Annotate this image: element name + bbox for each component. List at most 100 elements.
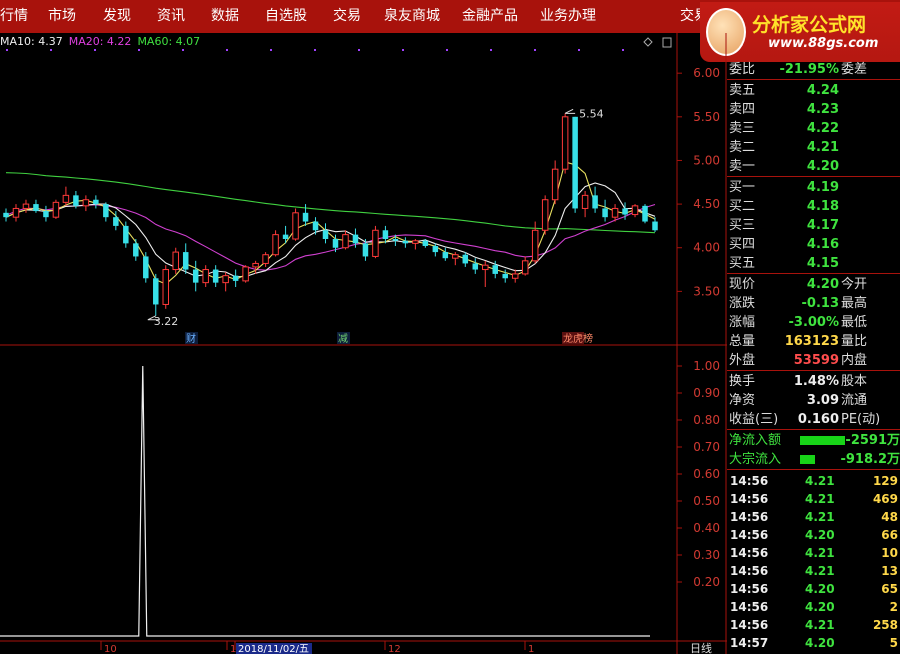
ask-row-0-label: 卖五 [729,83,756,98]
bid-row-2-value: 4.17 [806,218,839,233]
candle-body-down [93,199,99,205]
candle-body-down [422,240,429,246]
stat-row-3: 总量 163123 量比 [727,332,900,351]
event-marker-0[interactable]: 财 [186,332,196,345]
ask-row-0: 卖五 4.24 [727,81,900,100]
stat-row-0-value: 4.20 [806,277,839,292]
trade-time: 14:56 [730,582,769,596]
stat-row-4: 外盘 53599 内盘 [727,351,900,370]
trade-time: 14:56 [730,600,769,614]
quote-separator [727,429,900,430]
trade-row-6: 14:56 4.20 65 [727,580,900,598]
menu-item-6[interactable]: 交易 [333,7,361,25]
trade-price: 4.20 [805,636,835,650]
fund-row-2-label2: PE(动) [841,412,881,427]
menu-item-4[interactable]: 数据 [211,7,239,25]
event-marker-1[interactable]: 减 [338,333,348,345]
candle-body-down [302,212,309,222]
price-tick-label: 6.00 [693,66,720,80]
stat-row-3-label2: 量比 [841,334,868,349]
ask-row-2-value: 4.22 [806,121,839,136]
stat-row-3-label: 总量 [729,334,756,349]
menu-item-1[interactable]: 市场 [48,7,76,25]
candle-body-down [572,116,578,209]
candle-body-up [12,207,20,218]
time-axis-label: 2018/11/02/五 [238,644,309,654]
stat-row-4-value: 53599 [793,353,839,368]
flow-bar [800,436,845,445]
bid-row-3-value: 4.16 [806,237,839,252]
trade-price: 4.20 [805,600,835,614]
quote-separator [727,370,900,371]
flow-value: -918.2万 [840,452,900,467]
candle-body-down [312,221,319,231]
window-icon[interactable] [662,37,672,48]
candle-body-up [22,203,30,209]
ask-row-2-label: 卖三 [729,121,756,136]
candle-body-down [153,278,159,305]
fund-row-1: 净资 3.09 流通 [727,391,900,410]
fund-row-1-label2: 流通 [841,393,868,408]
stat-row-1-label: 涨跌 [729,296,756,311]
signal-dot [622,49,624,51]
candle-body-down [592,195,598,209]
menu-item-7[interactable]: 泉友商城 [384,7,440,25]
price-tick-label: 5.00 [693,153,720,167]
candle-body-up [452,254,459,259]
candle-body-down [192,269,199,283]
menu-item-9[interactable]: 业务办理 [540,7,596,25]
menu-item-8[interactable]: 金融产品 [462,7,518,25]
ask-row-4-value: 4.20 [806,159,839,174]
ask-row-3: 卖二 4.21 [727,138,900,157]
quote-panel: 委比 -21.95% 委差 卖五 4.24 卖四 4.23 卖三 4.22 卖二 4.21 卖一 4.2… [727,58,900,654]
fund-row-0-label2: 股本 [841,374,868,389]
trade-row-5: 14:56 4.21 13 [727,562,900,580]
quote-ratio-label: 委比 [729,62,756,77]
ask-row-1-value: 4.23 [806,102,839,117]
event-marker-2[interactable]: 龙虎榜 [563,332,593,345]
indicator-chart[interactable]: 1.000.900.800.700.600.500.400.300.2010 1 2… [0,346,727,654]
stat-row-4-label2: 内盘 [841,353,868,368]
fund-row-0-label: 换手 [729,374,756,389]
candle-body-up [531,229,539,262]
menu-item-3[interactable]: 资讯 [157,7,185,25]
menu-item-2[interactable]: 发现 [103,7,131,25]
candle-body-down [73,195,79,206]
stat-row-0-label2: 今开 [841,277,868,292]
ask-row-1: 卖四 4.23 [727,100,900,119]
trade-volume: 469 [872,492,898,506]
candle-body-down [182,252,189,270]
candle-body-down [402,240,409,244]
bid-row-3: 买四 4.16 [727,235,900,254]
candle-body-up [561,116,569,170]
signal-dot [578,49,580,51]
indicator-tick-label: 0.20 [693,575,720,589]
period-label[interactable]: 日线 [690,641,712,654]
price-chart[interactable]: 6.00 5.50 5.00 4.50 4.00 3.50 5.54 3.22 财 减 龙虎榜 [0,33,727,346]
indicator-tick-label: 0.80 [693,413,720,427]
stat-row-2-label2: 最低 [841,315,868,330]
trade-price: 4.21 [805,510,835,524]
candle-body-down [382,230,389,239]
trade-row-9: 14:57 4.20 5 [727,634,900,652]
signal-dot [534,49,536,51]
menu-item-0[interactable]: 行情 [0,7,28,25]
fund-row-0-value: 1.48% [793,374,839,389]
signal-dot [6,49,8,51]
trade-volume: 48 [881,510,898,524]
trade-time: 14:56 [730,618,769,632]
candle-body-down [113,217,119,226]
stat-row-0: 现价 4.20 今开 [727,275,900,294]
time-axis-label: 10 [104,644,117,654]
menu-item-5[interactable]: 自选股 [265,7,307,25]
signal-dot [182,49,184,51]
candle-body-down [123,225,129,244]
candle-body-down [502,273,508,279]
quote-separator [727,176,900,177]
diamond-icon[interactable] [643,37,653,47]
fund-row-1-label: 净资 [729,393,756,408]
bid-row-4-value: 4.15 [806,256,839,271]
bid-row-1-value: 4.18 [806,199,839,214]
candle-body-up [342,234,349,249]
trade-row-4: 14:56 4.21 10 [727,544,900,562]
